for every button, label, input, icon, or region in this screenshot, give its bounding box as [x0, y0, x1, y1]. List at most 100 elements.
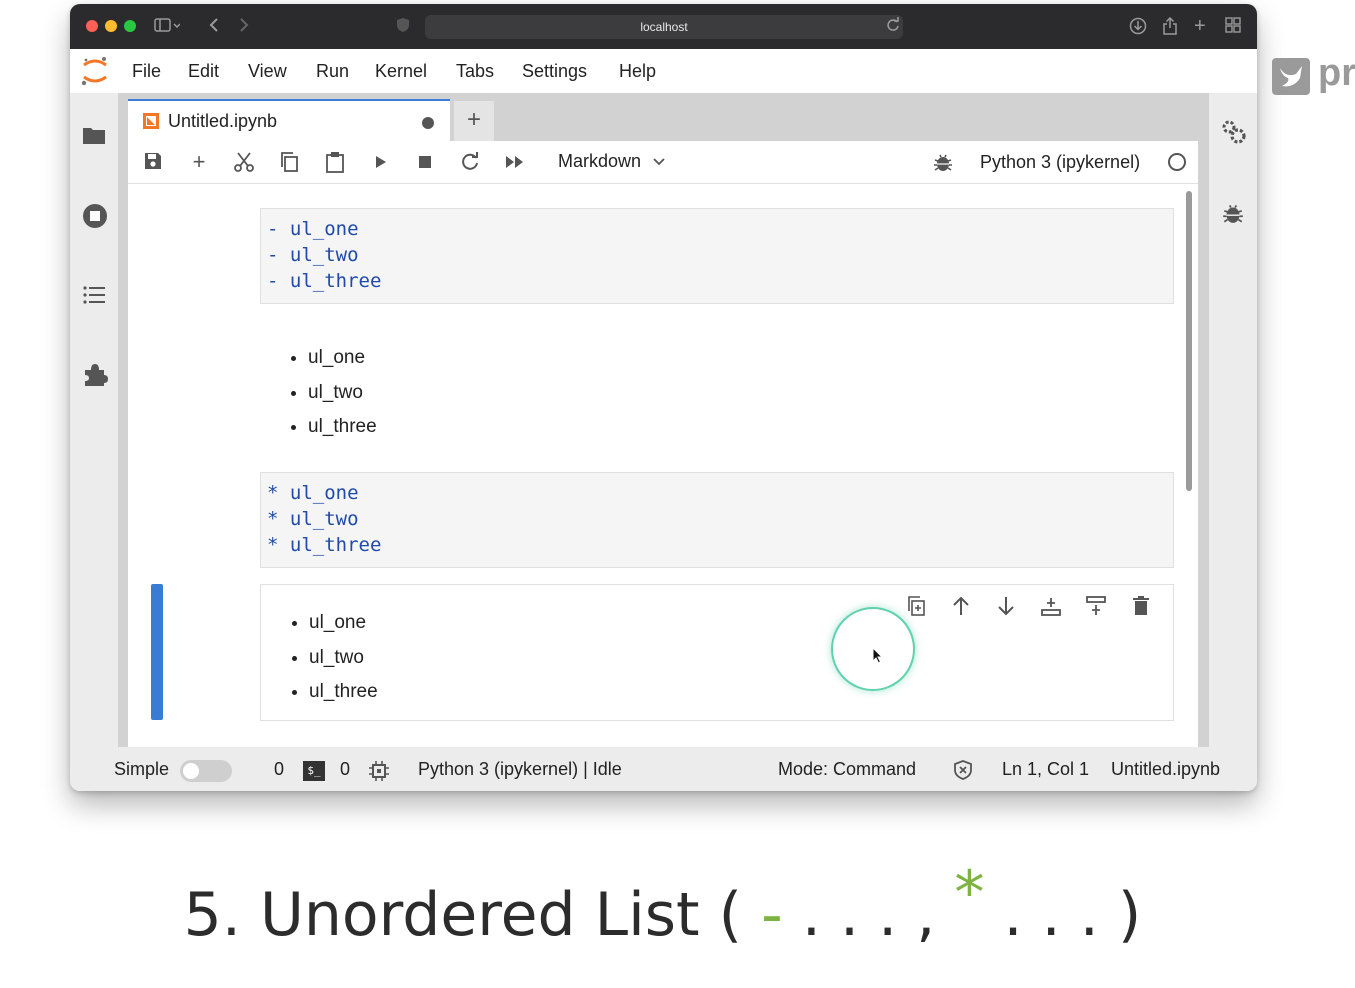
right-sidebar	[1209, 93, 1257, 747]
file-browser-icon[interactable]	[82, 123, 106, 147]
status-filename: Untitled.ipynb	[1111, 759, 1221, 779]
left-sidebar	[70, 93, 118, 747]
notebook-scrollbar[interactable]	[1186, 191, 1192, 491]
kernel-processor-icon[interactable]	[368, 760, 390, 782]
run-cell-icon[interactable]	[369, 151, 391, 173]
duplicate-cell-icon[interactable]	[905, 595, 929, 619]
notebook-icon	[142, 112, 160, 130]
new-tab-icon[interactable]: +	[1194, 16, 1206, 36]
main-area: Untitled.ipynb + + Markdown Python 3 (ip…	[118, 93, 1209, 749]
source-line: * ul_one	[267, 482, 359, 504]
menu-run[interactable]: Run	[316, 61, 349, 82]
insert-cell-below-icon[interactable]	[1085, 595, 1109, 619]
terminal-icon[interactable]: $_	[303, 761, 325, 781]
menu-settings[interactable]: Settings	[522, 61, 587, 82]
cursor-position[interactable]: Ln 1, Col 1	[1002, 759, 1089, 780]
simple-mode-toggle[interactable]	[180, 760, 232, 782]
zoom-window-button[interactable]	[124, 20, 136, 32]
cut-icon[interactable]	[233, 151, 255, 173]
insert-cell-above-icon[interactable]	[1040, 595, 1064, 619]
menu-edit[interactable]: Edit	[188, 61, 219, 82]
list-item: ul_two	[309, 641, 1173, 676]
tab-title: Untitled.ipynb	[168, 111, 278, 131]
downloads-icon[interactable]	[1129, 17, 1147, 40]
markdown-cell-dash-source[interactable]: - ul_one - ul_two - ul_three	[260, 208, 1174, 304]
menu-kernel[interactable]: Kernel	[375, 61, 427, 82]
slide-caption: 5. Unordered List ( - . . . , * . . . )	[0, 858, 1325, 950]
privacy-shield-icon[interactable]	[396, 17, 410, 38]
copy-icon[interactable]	[278, 151, 300, 173]
address-bar[interactable]: localhost	[425, 15, 903, 39]
minimize-window-button[interactable]	[105, 20, 117, 32]
notebook-panel: + Markdown Python 3 (ipykernel) - ul_one…	[128, 141, 1198, 749]
active-cell-indicator[interactable]	[151, 584, 163, 720]
cell-toolbar	[905, 595, 1155, 621]
reload-icon[interactable]	[886, 17, 900, 38]
caption-prefix: 5. Unordered List (	[183, 880, 762, 950]
move-down-icon[interactable]	[995, 595, 1019, 619]
move-up-icon[interactable]	[950, 595, 974, 619]
debugger-bug-icon[interactable]	[932, 151, 954, 173]
toggle-knob	[183, 763, 199, 779]
document-tabbar: Untitled.ipynb +	[128, 99, 1188, 141]
tab-untitled-notebook[interactable]: Untitled.ipynb	[128, 99, 450, 141]
property-inspector-gears-icon[interactable]	[1221, 119, 1246, 144]
notebook-toolbar: + Markdown Python 3 (ipykernel)	[128, 141, 1198, 184]
browser-titlebar: localhost +	[70, 4, 1257, 49]
browser-window: localhost + File Edit View Run Kernel Ta…	[70, 4, 1257, 791]
caption-middle: . . . ,	[782, 880, 955, 950]
menu-file[interactable]: File	[132, 61, 161, 82]
brand-text: pr	[1318, 52, 1355, 94]
caption-star: *	[954, 858, 985, 928]
terminal-count[interactable]: 0	[340, 759, 350, 780]
jupyter-menubar: File Edit View Run Kernel Tabs Settings …	[70, 49, 1257, 94]
insert-cell-icon[interactable]: +	[188, 151, 210, 173]
menu-help[interactable]: Help	[619, 61, 656, 82]
kernel-status-text[interactable]: Python 3 (ipykernel) | Idle	[418, 759, 622, 780]
source-line: * ul_three	[267, 534, 382, 556]
back-arrow-icon[interactable]	[208, 17, 220, 38]
kernel-name-button[interactable]: Python 3 (ipykernel)	[980, 152, 1140, 173]
new-launcher-button[interactable]: +	[454, 101, 494, 141]
mouse-pointer-icon	[872, 646, 884, 665]
caption-suffix: . . . )	[984, 880, 1142, 950]
sidebar-toggle-icon[interactable]	[154, 17, 181, 38]
tab-overview-icon[interactable]	[1225, 17, 1241, 38]
source-line: * ul_two	[267, 508, 359, 530]
jupyter-logo-icon	[80, 55, 110, 87]
paste-icon[interactable]	[324, 151, 346, 173]
share-icon[interactable]	[1162, 16, 1178, 40]
list-item: ul_two	[308, 376, 1174, 411]
unsaved-indicator-icon[interactable]	[422, 117, 434, 129]
cell-type-dropdown[interactable]: Markdown	[558, 151, 666, 172]
bird-logo-icon	[1272, 58, 1310, 95]
markdown-cell-star-rendered[interactable]: ul_one ul_two ul_three	[260, 584, 1174, 721]
notebook-cells: - ul_one - ul_two - ul_three ul_one ul_t…	[128, 184, 1198, 749]
menu-tabs[interactable]: Tabs	[456, 61, 494, 82]
source-line: - ul_one	[267, 218, 359, 240]
debugger-panel-bug-icon[interactable]	[1221, 201, 1245, 225]
extension-manager-icon[interactable]	[82, 361, 108, 386]
restart-kernel-icon[interactable]	[459, 151, 481, 173]
delete-cell-icon[interactable]	[1130, 595, 1154, 619]
restart-run-all-icon[interactable]	[504, 151, 526, 173]
url-text: localhost	[640, 20, 688, 34]
markdown-cell-dash-rendered[interactable]: ul_one ul_two ul_three	[260, 341, 1174, 445]
status-bar: Simple 0 $_ 0 Python 3 (ipykernel) | Idl…	[70, 747, 1257, 791]
source-line: - ul_three	[267, 270, 382, 292]
running-terminals-icon[interactable]	[82, 203, 107, 228]
trusted-shield-icon[interactable]	[952, 759, 974, 781]
forward-arrow-icon[interactable]	[238, 17, 250, 38]
save-icon[interactable]	[142, 151, 164, 173]
list-item: ul_three	[309, 675, 1173, 710]
markdown-cell-star-source[interactable]: * ul_one * ul_two * ul_three	[260, 472, 1174, 568]
menu-view[interactable]: View	[248, 61, 287, 82]
table-of-contents-icon[interactable]	[82, 283, 106, 307]
close-window-button[interactable]	[86, 20, 98, 32]
list-item: ul_one	[308, 341, 1174, 376]
caption-dash: -	[761, 880, 783, 950]
kernel-count[interactable]: 0	[274, 759, 284, 780]
list-item: ul_three	[308, 410, 1174, 445]
interrupt-kernel-icon[interactable]	[414, 151, 436, 173]
source-line: - ul_two	[267, 244, 359, 266]
